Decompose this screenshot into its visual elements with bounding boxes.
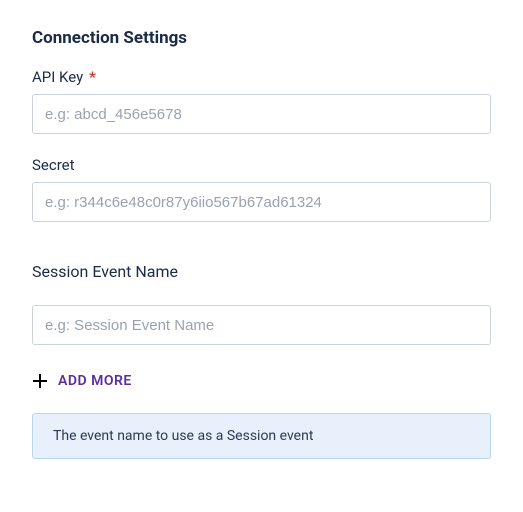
- api-key-label: API Key *: [32, 68, 491, 86]
- session-event-heading: Session Event Name: [32, 262, 491, 281]
- add-more-label: ADD MORE: [58, 373, 132, 389]
- secret-field-group: Secret: [32, 156, 491, 222]
- secret-label: Secret: [32, 156, 491, 174]
- session-event-input[interactable]: [32, 305, 491, 345]
- api-key-field-group: API Key *: [32, 68, 491, 134]
- add-more-button[interactable]: ADD MORE: [32, 373, 491, 389]
- api-key-label-text: API Key: [32, 68, 83, 86]
- plus-icon: [32, 373, 48, 389]
- required-star-icon: *: [89, 68, 96, 86]
- secret-input[interactable]: [32, 182, 491, 222]
- section-title: Connection Settings: [32, 28, 491, 48]
- session-event-field-group: [32, 305, 491, 345]
- api-key-input[interactable]: [32, 94, 491, 134]
- session-event-help-text: The event name to use as a Session event: [32, 413, 491, 459]
